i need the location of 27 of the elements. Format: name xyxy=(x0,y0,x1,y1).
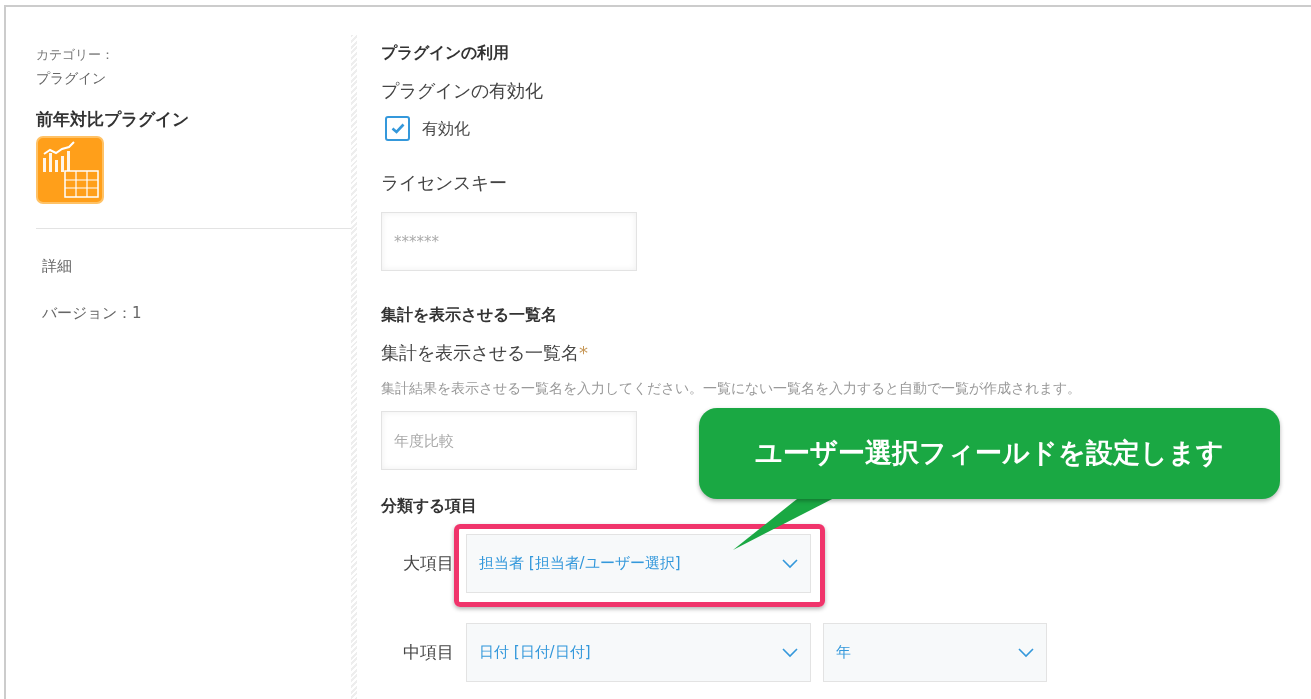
text-field[interactable]: ****** xyxy=(381,212,637,271)
field-label: ライセンスキー xyxy=(381,171,508,195)
chart-table-icon xyxy=(36,136,104,204)
chevron-down-icon xyxy=(782,558,798,569)
field-hint: 集計結果を表示させる一覧名を入力してください。一覧にない一覧名を入力すると自動で一覧が作成されます。 xyxy=(381,379,1082,398)
sidebar-link[interactable]: バージョン：1 xyxy=(42,301,351,324)
section-heading: 分類する項目 xyxy=(381,495,478,517)
field-label: 大項目 xyxy=(402,551,454,575)
checkmark-icon xyxy=(390,123,405,134)
plugin-name: 前年対比プラグイン xyxy=(36,107,190,131)
section-heading: 集計を表示させる一覧名 xyxy=(381,304,558,326)
field-label: 集計を表示させる一覧名 xyxy=(381,342,579,363)
section-heading: プラグインの利用 xyxy=(381,42,510,64)
field-label: プラグインの有効化 xyxy=(381,79,544,103)
chevron-down-icon xyxy=(782,647,798,658)
category-label: カテゴリー： xyxy=(36,46,115,64)
dropdown-select[interactable]: 日付 [日付/日付] xyxy=(466,623,811,682)
dropdown-select[interactable]: 年 xyxy=(823,623,1047,682)
category-value: プラグイン xyxy=(36,68,107,88)
checkbox-label: 有効化 xyxy=(422,117,470,140)
field-label: 中項目 xyxy=(402,640,454,664)
dropdown-select[interactable]: 担当者 [担当者/ユーザー選択] xyxy=(466,534,811,593)
checkbox[interactable] xyxy=(385,116,410,141)
chevron-down-icon xyxy=(1018,647,1034,658)
sidebar-link[interactable]: 詳細 xyxy=(42,255,351,278)
text-field[interactable]: 年度比較 xyxy=(381,411,637,470)
required-mark: * xyxy=(579,342,588,363)
